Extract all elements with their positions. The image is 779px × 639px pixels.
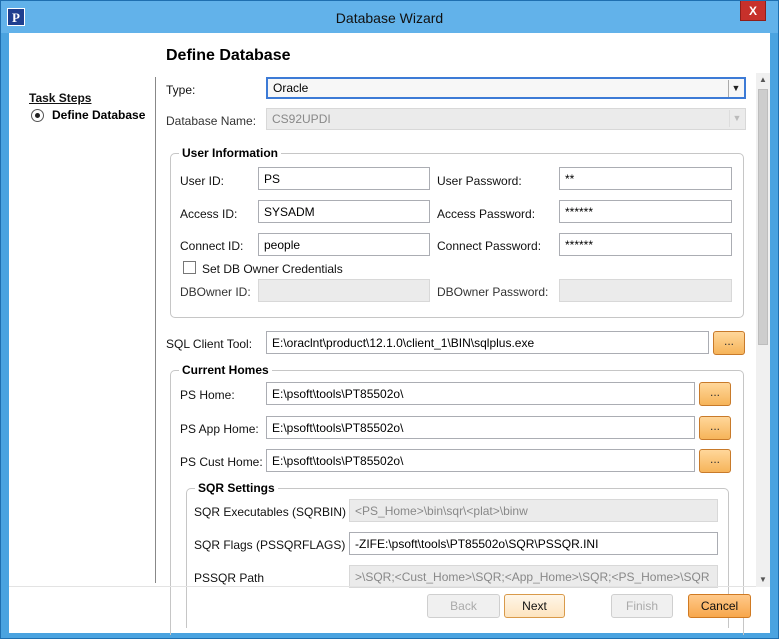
form-scrollbar[interactable]: ▲ ▼ xyxy=(756,73,770,587)
sidebar-divider xyxy=(155,77,156,583)
ps-app-home-input[interactable]: E:\psoft\tools\PT85502o\ xyxy=(266,416,695,439)
pssqr-path-input[interactable]: >\SQR;<Cust_Home>\SQR;<App_Home>\SQR;<PS… xyxy=(349,565,718,588)
cancel-button[interactable]: Cancel xyxy=(688,594,751,618)
access-password-input[interactable]: ****** xyxy=(559,200,732,223)
current-homes-title: Current Homes xyxy=(179,363,272,377)
type-select-value: Oracle xyxy=(273,81,309,95)
database-name-label: Database Name: xyxy=(166,114,257,128)
close-button[interactable]: X xyxy=(740,1,766,21)
ps-home-browse-button[interactable]: ... xyxy=(699,382,731,406)
access-id-input[interactable]: SYSADM xyxy=(258,200,430,223)
footer-divider xyxy=(9,586,756,587)
page-title: Define Database xyxy=(166,47,291,64)
database-wizard-window: P Database Wizard X Task Steps Define Da… xyxy=(0,0,779,639)
ps-home-input[interactable]: E:\psoft\tools\PT85502o\ xyxy=(266,382,695,405)
dbowner-id-label: DBOwner ID: xyxy=(180,285,251,299)
ps-app-home-label: PS App Home: xyxy=(180,422,259,436)
sqr-settings-title: SQR Settings xyxy=(195,481,278,495)
sql-client-tool-label: SQL Client Tool: xyxy=(166,337,253,351)
finish-button-label: Finish xyxy=(625,599,658,613)
user-password-input[interactable]: ** xyxy=(559,167,732,190)
scroll-up-icon[interactable]: ▲ xyxy=(756,73,770,87)
sqr-executables-label: SQR Executables (SQRBIN) xyxy=(194,505,347,519)
sqr-flags-input[interactable]: -ZIFE:\psoft\tools\PT85502o\SQR\PSSQR.IN… xyxy=(349,532,718,555)
type-select[interactable]: Oracle ▼ xyxy=(266,77,746,99)
user-id-label: User ID: xyxy=(180,174,225,188)
user-id-input[interactable]: PS xyxy=(258,167,430,190)
dbowner-id-input[interactable] xyxy=(258,279,430,302)
connect-password-label: Connect Password: xyxy=(437,239,542,253)
cancel-button-label: Cancel xyxy=(700,599,739,613)
dbowner-password-label: DBOwner Password: xyxy=(437,285,549,299)
finish-button[interactable]: Finish xyxy=(611,594,673,618)
close-icon: X xyxy=(748,4,757,18)
ps-home-label: PS Home: xyxy=(180,388,235,402)
sqr-flags-label: SQR Flags (PSSQRFLAGS) xyxy=(194,538,346,552)
pssqr-path-label: PSSQR Path xyxy=(194,571,265,585)
ps-app-home-browse-button[interactable]: ... xyxy=(699,416,731,440)
task-step-label: Define Database xyxy=(52,108,146,122)
type-label: Type: xyxy=(166,83,196,97)
database-name-select[interactable]: CS92UPDI ▼ xyxy=(266,108,746,130)
ps-cust-home-label: PS Cust Home: xyxy=(180,455,263,469)
wizard-client-area: Task Steps Define Database Define Databa… xyxy=(9,33,770,635)
connect-password-input[interactable]: ****** xyxy=(559,233,732,256)
user-password-label: User Password: xyxy=(437,174,522,188)
sqr-executables-input[interactable]: <PS_Home>\bin\sqr\<plat>\binw xyxy=(349,499,718,522)
chevron-down-icon: ▼ xyxy=(729,110,744,127)
radio-selected-icon xyxy=(31,108,44,122)
task-steps-heading: Task Steps xyxy=(29,91,92,105)
db-owner-credentials-checkbox[interactable] xyxy=(183,261,196,274)
connect-id-label: Connect ID: xyxy=(180,239,244,253)
access-password-label: Access Password: xyxy=(437,207,536,221)
database-name-value: CS92UPDI xyxy=(272,112,331,126)
user-information-title: User Information xyxy=(179,146,282,160)
chevron-down-icon: ▼ xyxy=(728,80,743,97)
title-bar: P Database Wizard X xyxy=(1,1,778,33)
sql-client-tool-input[interactable]: E:\oraclnt\product\12.1.0\client_1\BIN\s… xyxy=(266,331,709,354)
scroll-down-icon[interactable]: ▼ xyxy=(756,573,770,587)
dbowner-password-input[interactable] xyxy=(559,279,732,302)
connect-id-input[interactable]: people xyxy=(258,233,430,256)
back-button[interactable]: Back xyxy=(427,594,500,618)
window-title: Database Wizard xyxy=(335,10,444,26)
scrollbar-thumb[interactable] xyxy=(758,89,768,345)
next-button[interactable]: Next xyxy=(504,594,565,618)
back-button-label: Back xyxy=(450,599,477,613)
ps-cust-home-input[interactable]: E:\psoft\tools\PT85502o\ xyxy=(266,449,695,472)
access-id-label: Access ID: xyxy=(180,207,238,221)
task-step-define-database[interactable]: Define Database xyxy=(31,108,145,122)
next-button-label: Next xyxy=(522,599,547,613)
ps-cust-home-browse-button[interactable]: ... xyxy=(699,449,731,473)
db-owner-credentials-label: Set DB Owner Credentials xyxy=(202,262,343,276)
sql-client-browse-button[interactable]: ... xyxy=(713,331,745,355)
